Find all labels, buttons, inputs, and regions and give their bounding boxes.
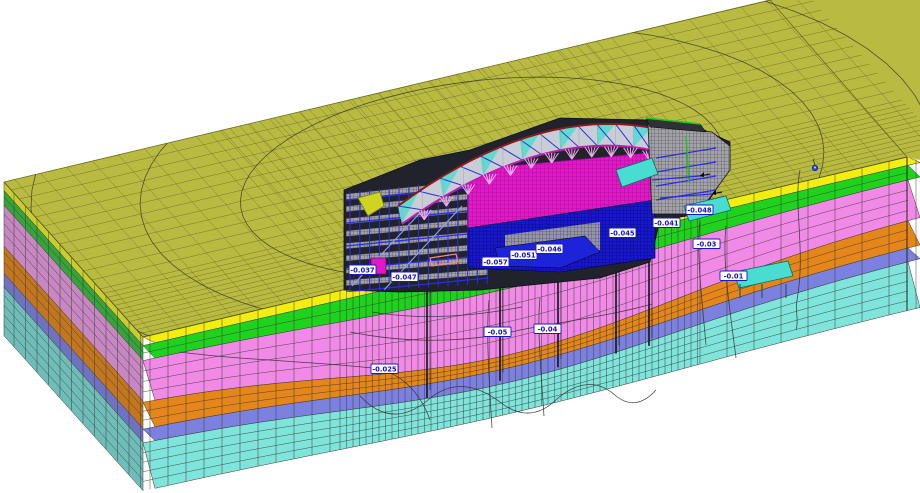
svg-text:-0.045: -0.045 [610,229,635,237]
svg-text:-0.05: -0.05 [488,328,508,336]
svg-text:-0.025: -0.025 [372,365,397,373]
svg-text:-0.037: -0.037 [350,266,375,274]
contour-label: -0.051 [510,250,537,260]
svg-text:-0.048: -0.048 [687,206,712,214]
contour-label: -0.01 [720,271,747,281]
contour-label: -0.04 [534,324,561,334]
svg-text:-0.046: -0.046 [537,245,562,253]
svg-text:-0.057: -0.057 [483,258,508,266]
model-viewport[interactable]: -0.037 -0.047 -0.057-0.051-0.046 -0.045 -0.0… [0,0,920,493]
svg-text:-0.04: -0.04 [538,325,558,333]
contour-label: -0.046 [536,244,563,254]
contour-label: -0.03 [693,239,720,249]
svg-text:-0.03: -0.03 [697,240,717,248]
contour-label: -0.041 [653,218,680,228]
svg-text:-0.041: -0.041 [654,219,679,227]
contour-label: -0.037 [349,265,376,275]
contour-label: -0.057 [482,257,509,267]
contour-label: -0.048 [686,205,713,215]
contour-label: -0.05 [484,327,511,337]
svg-text:-0.047: -0.047 [392,273,417,281]
svg-text:-0.01: -0.01 [724,272,744,280]
scene-3d-fe-model[interactable]: -0.037 -0.047 -0.057-0.051-0.046 -0.045 -0.0… [0,0,920,493]
svg-text:-0.051: -0.051 [511,251,536,259]
contour-label: -0.045 [609,228,636,238]
contour-label: -0.047 [391,272,418,282]
contour-label: -0.025 [371,364,398,374]
